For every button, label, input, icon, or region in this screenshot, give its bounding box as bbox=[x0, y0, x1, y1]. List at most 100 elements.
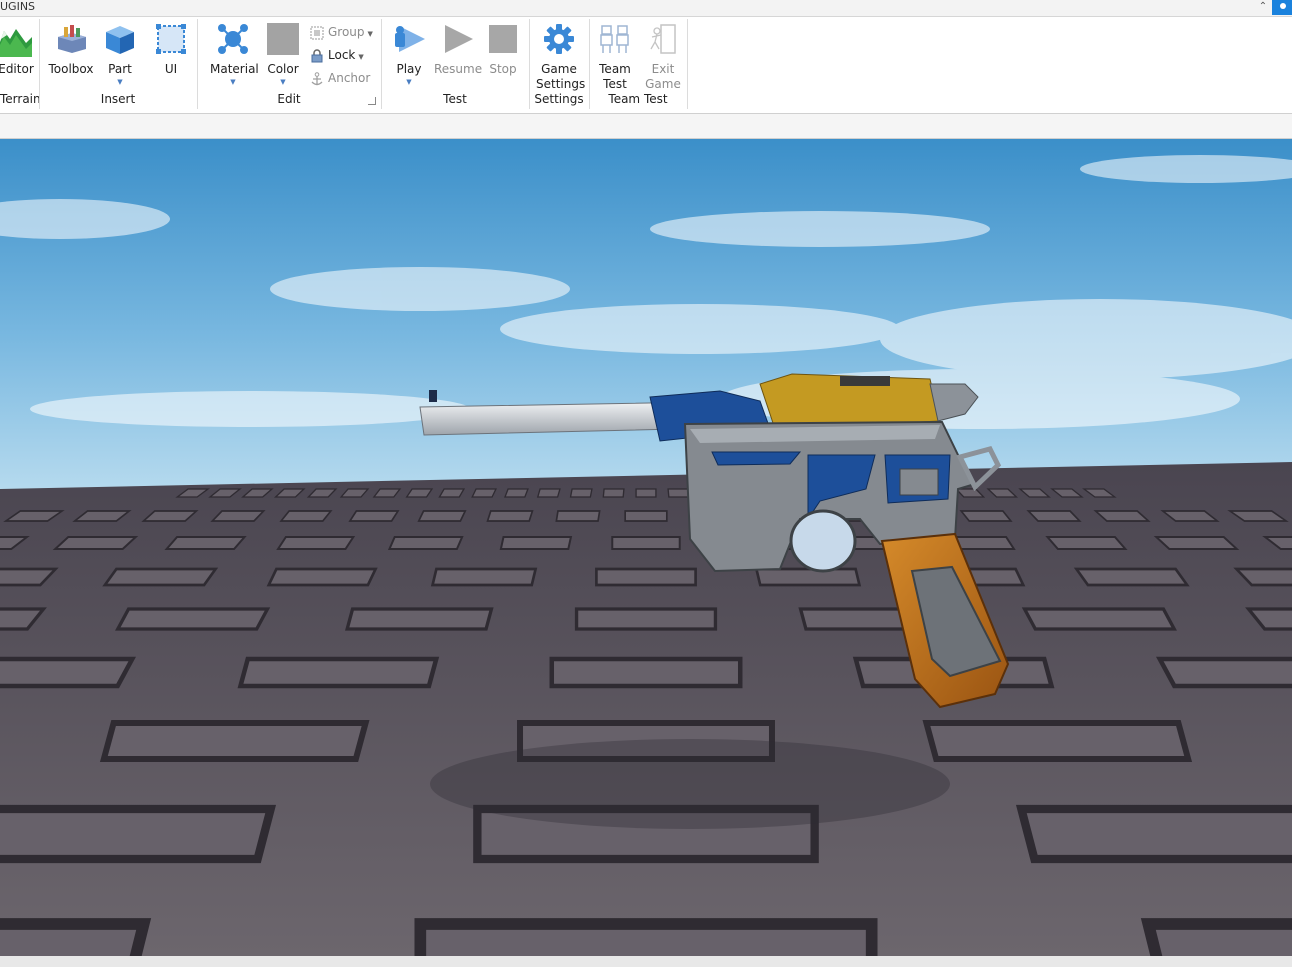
baseplate-stud bbox=[1155, 656, 1292, 689]
baseplate-stud bbox=[102, 567, 219, 587]
baseplate-stud bbox=[348, 510, 400, 522]
baseplate-stud bbox=[486, 510, 534, 522]
exit-game-button[interactable]: Exit Game bbox=[640, 23, 686, 92]
toolbox-icon bbox=[55, 23, 87, 55]
baseplate-stud bbox=[0, 918, 152, 956]
insert-group-label: Insert bbox=[100, 92, 136, 106]
play-label: Play bbox=[396, 62, 422, 76]
group-icon bbox=[310, 26, 324, 40]
baseplate-stud bbox=[430, 567, 538, 587]
lock-icon bbox=[310, 48, 324, 63]
baseplate-stud bbox=[1026, 510, 1082, 522]
baseplate-stud bbox=[1021, 607, 1177, 631]
edit-group-label: Edit bbox=[277, 92, 301, 106]
terrain-editor-button[interactable]: Editor bbox=[0, 23, 38, 77]
team-test-label: Team Test bbox=[592, 62, 638, 92]
baseplate-stud bbox=[1073, 567, 1190, 587]
ui-frame-icon bbox=[155, 23, 187, 55]
collapse-ribbon-icon[interactable]: ⌃ bbox=[1256, 0, 1270, 14]
team-test-icon bbox=[599, 23, 631, 55]
user-badge-icon[interactable] bbox=[1272, 0, 1292, 15]
baseplate-stud bbox=[667, 488, 690, 498]
baseplate-stud bbox=[99, 720, 370, 762]
terrain-editor-label: Editor bbox=[0, 62, 34, 76]
baseplate-stud bbox=[279, 510, 333, 522]
baseplate-stud bbox=[276, 536, 356, 550]
baseplate-stud bbox=[405, 488, 434, 498]
baseplate-stud bbox=[569, 488, 593, 498]
team-test-label-line1: Team bbox=[599, 62, 631, 76]
resume-icon bbox=[442, 23, 474, 55]
group-button[interactable]: Group ▼ bbox=[310, 22, 373, 42]
baseplate-stud bbox=[922, 720, 1193, 762]
baseplate-stud bbox=[602, 488, 625, 498]
baseplate-stud bbox=[210, 510, 266, 522]
anchor-button[interactable]: Anchor bbox=[310, 68, 370, 88]
baseplate-stud bbox=[555, 510, 601, 522]
baseplate-stud bbox=[754, 567, 862, 587]
toolbox-label: Toolbox bbox=[48, 62, 94, 76]
material-dropdown-caret[interactable]: ▼ bbox=[210, 78, 256, 86]
play-icon bbox=[393, 23, 425, 55]
baseplate-stud bbox=[266, 567, 378, 587]
edit-dialog-launcher-icon[interactable] bbox=[368, 97, 376, 105]
gun-shadow bbox=[430, 739, 950, 829]
lock-dropdown-caret[interactable]: ▼ bbox=[358, 53, 363, 61]
insert-group: Toolbox Part ▼ UI Insert bbox=[40, 17, 196, 111]
material-button[interactable]: Material ▼ bbox=[210, 23, 259, 86]
material-icon bbox=[217, 23, 249, 55]
plugins-tab[interactable]: UGINS bbox=[0, 0, 35, 13]
baseplate-stud bbox=[438, 488, 466, 498]
stop-icon bbox=[487, 23, 519, 55]
3d-viewport[interactable] bbox=[0, 139, 1292, 956]
part-button[interactable]: Part ▼ bbox=[97, 23, 143, 86]
test-group: Play ▼ Resume Stop Test bbox=[382, 17, 528, 111]
separator bbox=[687, 19, 688, 109]
baseplate-stud bbox=[624, 510, 668, 522]
team-test-button[interactable]: Team Test bbox=[592, 23, 638, 92]
lock-label: Lock bbox=[328, 48, 356, 62]
settings-group: Game Settings Settings bbox=[530, 17, 588, 111]
terrain-group-label: Terrain bbox=[0, 92, 41, 106]
baseplate-stud bbox=[115, 607, 271, 631]
baseplate-stud bbox=[414, 918, 878, 956]
baseplate-stud bbox=[499, 536, 573, 550]
viewport-scene bbox=[0, 139, 1292, 956]
game-settings-button[interactable]: Game Settings bbox=[536, 23, 585, 92]
color-dropdown-caret[interactable]: ▼ bbox=[260, 78, 306, 86]
color-button[interactable]: Color ▼ bbox=[260, 23, 306, 86]
gear-icon bbox=[543, 23, 575, 55]
baseplate-stud bbox=[959, 510, 1013, 522]
baseplate-stud bbox=[0, 656, 137, 689]
terrain-editor-icon bbox=[0, 23, 32, 57]
baseplate-stud bbox=[52, 536, 139, 550]
stop-button[interactable]: Stop bbox=[480, 23, 526, 77]
terrain-group: Editor Terrain bbox=[0, 17, 41, 111]
color-label: Color bbox=[267, 62, 299, 76]
part-dropdown-caret[interactable]: ▼ bbox=[97, 78, 143, 86]
baseplate-stud bbox=[536, 488, 561, 498]
toolbox-button[interactable]: Toolbox bbox=[48, 23, 94, 77]
baseplate-stud bbox=[595, 567, 697, 587]
play-dropdown-caret[interactable]: ▼ bbox=[386, 78, 432, 86]
baseplate-stud bbox=[471, 488, 497, 498]
exit-game-label: Exit Game bbox=[640, 62, 686, 92]
game-settings-label: Game Settings bbox=[536, 62, 585, 92]
anchor-icon bbox=[310, 71, 324, 86]
bottom-status-strip bbox=[0, 956, 1292, 967]
team-test-group: Team Test Exit Game Team Test bbox=[590, 17, 686, 111]
play-button[interactable]: Play ▼ bbox=[386, 23, 432, 86]
edit-group: Material ▼ Color ▼ Group ▼ Lock ▼ Anchor… bbox=[198, 17, 380, 111]
baseplate-stud bbox=[1015, 804, 1292, 864]
baseplate-stud bbox=[1140, 918, 1292, 956]
lock-button[interactable]: Lock ▼ bbox=[310, 45, 364, 65]
baseplate-stud bbox=[417, 510, 467, 522]
ui-button[interactable]: UI bbox=[148, 23, 194, 77]
stop-label: Stop bbox=[489, 62, 517, 76]
group-dropdown-caret[interactable]: ▼ bbox=[368, 30, 373, 38]
team-test-label-line2: Test bbox=[603, 77, 627, 91]
baseplate-stud bbox=[1045, 536, 1128, 550]
anchor-label: Anchor bbox=[328, 71, 371, 85]
resume-button[interactable]: Resume bbox=[434, 23, 482, 77]
part-label: Part bbox=[108, 62, 132, 76]
